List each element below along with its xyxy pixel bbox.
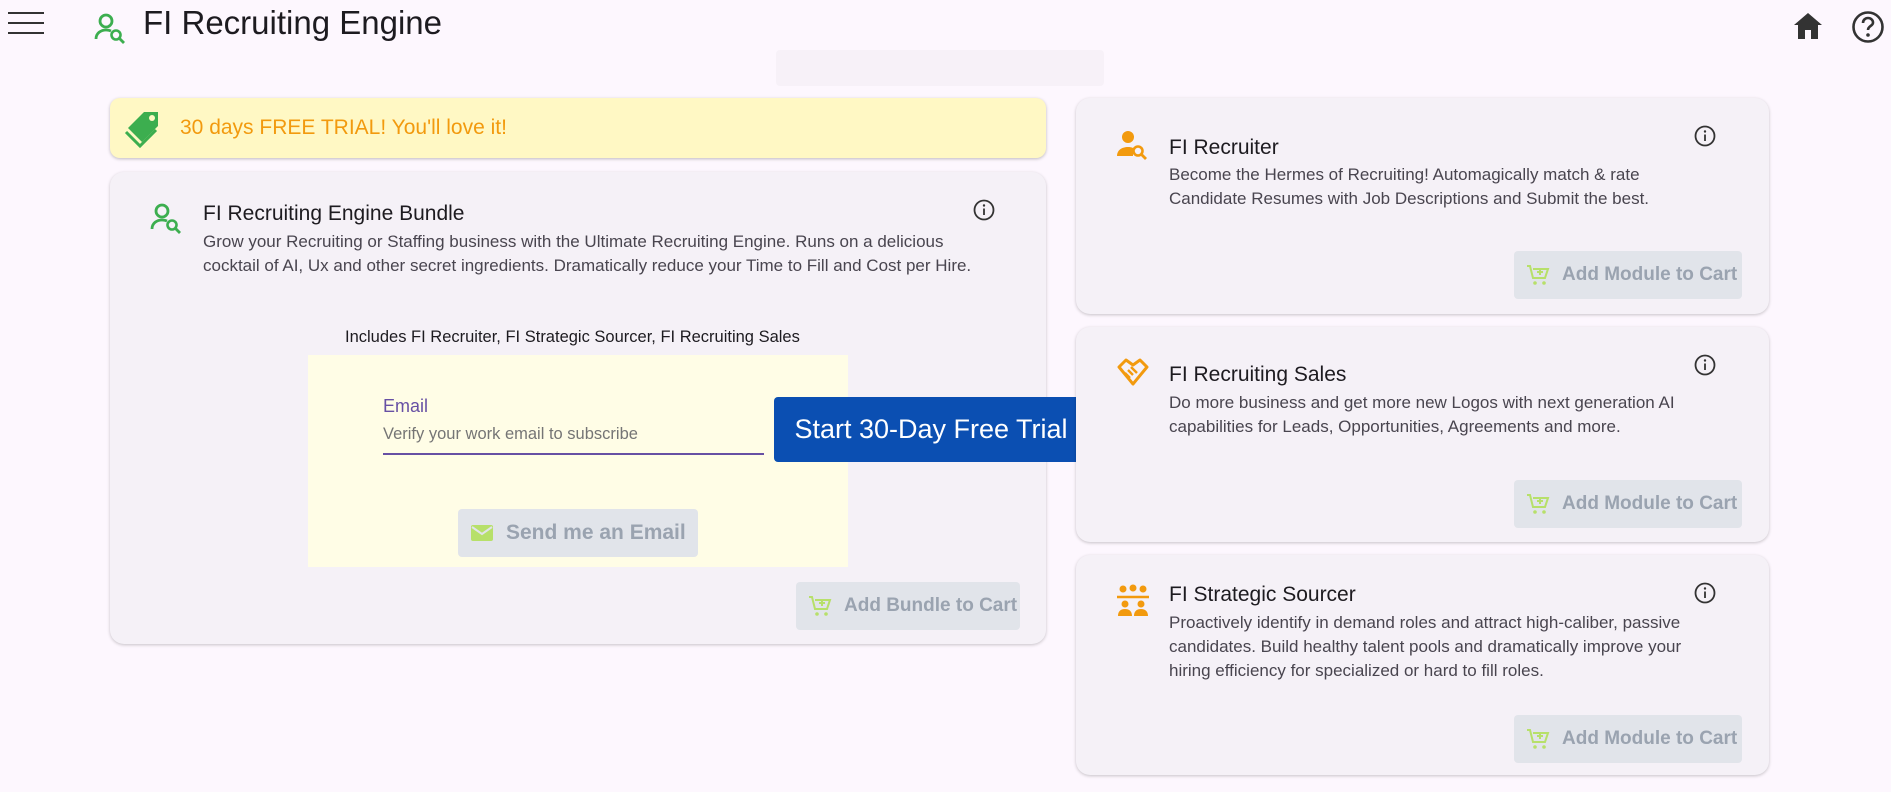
person-search-icon bbox=[150, 203, 181, 234]
add-bundle-to-cart-label: Add Bundle to Cart bbox=[844, 595, 1018, 616]
add-module-to-cart-label: Add Module to Cart bbox=[1562, 264, 1738, 285]
bundle-description: Grow your Recruiting or Staffing busines… bbox=[203, 232, 972, 275]
help-circle-icon[interactable] bbox=[1851, 10, 1885, 44]
groups-icon bbox=[1117, 584, 1149, 616]
menu-line bbox=[8, 32, 44, 34]
send-email-label: Send me an Email bbox=[506, 521, 686, 544]
menu-line bbox=[8, 22, 44, 24]
bundle-includes: Includes FI Recruiter, FI Strategic Sour… bbox=[345, 328, 800, 346]
add-bundle-to-cart-button[interactable]: Add Bundle to Cart bbox=[796, 582, 1020, 630]
info-icon[interactable] bbox=[972, 198, 996, 222]
add-cart-icon bbox=[809, 596, 832, 616]
banner-text: 30 days FREE TRIAL! You'll love it! bbox=[180, 116, 507, 139]
add-module-to-cart-button[interactable]: Add Module to Cart bbox=[1514, 480, 1742, 528]
info-icon[interactable] bbox=[1693, 124, 1717, 148]
email-input[interactable] bbox=[383, 415, 764, 455]
menu-button[interactable] bbox=[8, 12, 44, 36]
bundle-title: FI Recruiting Engine Bundle bbox=[203, 202, 465, 225]
email-label: Email bbox=[383, 396, 429, 416]
home-icon[interactable] bbox=[1792, 10, 1824, 42]
menu-line bbox=[8, 12, 44, 14]
module-card-recruiting-sales: FI Recruiting Sales Do more business and… bbox=[1076, 327, 1769, 542]
free-trial-banner: 30 days FREE TRIAL! You'll love it! bbox=[110, 98, 1046, 158]
add-module-to-cart-button[interactable]: Add Module to Cart bbox=[1514, 715, 1742, 763]
app-title: FI Recruiting Engine bbox=[143, 4, 442, 41]
send-email-button[interactable]: Send me an Email bbox=[458, 509, 698, 557]
add-cart-icon bbox=[1527, 494, 1550, 514]
module-card-strategic-sourcer: FI Strategic Sourcer Proactively identif… bbox=[1076, 555, 1769, 775]
add-module-to-cart-label: Add Module to Cart bbox=[1562, 493, 1738, 514]
module-title: FI Recruiting Sales bbox=[1169, 363, 1347, 386]
add-cart-icon bbox=[1527, 265, 1550, 285]
email-panel: Email Send me an Email bbox=[308, 355, 848, 567]
info-icon[interactable] bbox=[1693, 353, 1717, 377]
module-title: FI Strategic Sourcer bbox=[1169, 583, 1356, 606]
module-title: FI Recruiter bbox=[1169, 136, 1279, 159]
envelope-icon bbox=[471, 525, 493, 541]
person-search-icon bbox=[94, 13, 125, 44]
module-description: Become the Hermes of Recruiting! Automag… bbox=[1169, 165, 1650, 208]
person-search-icon bbox=[1117, 131, 1147, 160]
add-cart-icon bbox=[1527, 729, 1550, 749]
handshake-icon bbox=[1117, 358, 1149, 386]
module-description: Proactively identify in demand roles and… bbox=[1169, 613, 1682, 680]
module-description: Do more business and get more new Logos … bbox=[1169, 393, 1675, 436]
tag-icon bbox=[124, 112, 158, 148]
module-card-recruiter: FI Recruiter Become the Hermes of Recrui… bbox=[1076, 98, 1769, 314]
header-placeholder bbox=[776, 50, 1104, 86]
add-module-to-cart-button[interactable]: Add Module to Cart bbox=[1514, 251, 1742, 299]
start-free-trial-button[interactable]: Start 30-Day Free Trial bbox=[774, 397, 1088, 462]
add-module-to-cart-label: Add Module to Cart bbox=[1562, 728, 1738, 749]
info-icon[interactable] bbox=[1693, 581, 1717, 605]
